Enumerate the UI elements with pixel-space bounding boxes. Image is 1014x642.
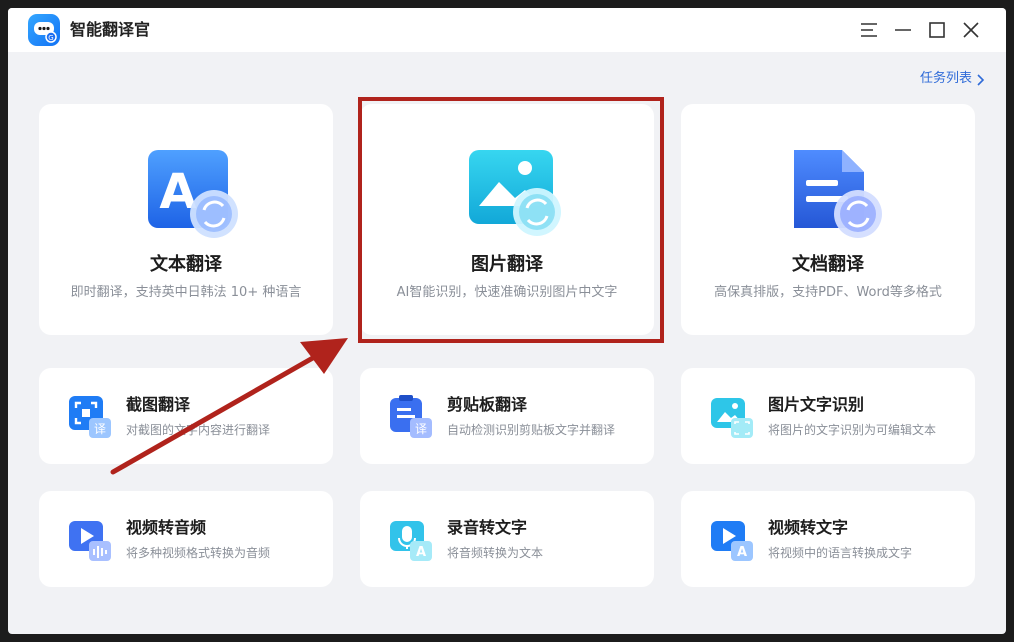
app-window: G 智能翻译官 任务列表 A 文本翻译 即时翻译，支持英中日韩法 10+ 种语言… bbox=[8, 8, 1006, 634]
video-to-audio-card[interactable]: 视频转音频 将多种视频格式转换为音频 bbox=[39, 491, 333, 587]
clipboard-translate-icon: 译 bbox=[388, 394, 434, 440]
card-desc: 即时翻译，支持英中日韩法 10+ 种语言 bbox=[70, 285, 302, 300]
badge-glyph: A bbox=[416, 545, 426, 560]
app-logo-icon: G bbox=[28, 14, 60, 46]
card-desc: 自动检测识别剪贴板文字并翻译 bbox=[447, 423, 616, 437]
minimize-icon[interactable] bbox=[891, 18, 915, 42]
card-desc: AI智能识别，快速准确识别图片中文字 bbox=[396, 285, 618, 300]
screenshot-translate-card[interactable]: 译 截图翻译 对截图的文字内容进行翻译 bbox=[39, 368, 333, 464]
menu-icon[interactable] bbox=[857, 18, 881, 42]
card-desc: 对截图的文字内容进行翻译 bbox=[126, 423, 271, 437]
document-translate-icon bbox=[780, 146, 884, 240]
close-icon[interactable] bbox=[959, 18, 983, 42]
image-ocr-card[interactable]: 图片文字识别 将图片的文字识别为可编辑文本 bbox=[681, 368, 975, 464]
video-to-text-card[interactable]: A 视频转文字 将视频中的语言转换成文字 bbox=[681, 491, 975, 587]
audio-to-text-icon: A bbox=[388, 517, 434, 563]
card-title: 剪贴板翻译 bbox=[447, 395, 528, 414]
card-title: 文本翻译 bbox=[150, 254, 222, 275]
card-title: 图片文字识别 bbox=[768, 395, 865, 414]
screenshot-translate-icon: 译 bbox=[67, 394, 113, 440]
text-translate-card[interactable]: A 文本翻译 即时翻译，支持英中日韩法 10+ 种语言 bbox=[39, 104, 333, 335]
card-desc: 将音频转换为文本 bbox=[447, 546, 544, 560]
text-translate-icon: A bbox=[138, 146, 242, 240]
card-desc: 将图片的文字识别为可编辑文本 bbox=[768, 423, 937, 437]
card-title: 截图翻译 bbox=[126, 395, 191, 414]
task-list-link[interactable]: 任务列表 bbox=[920, 70, 972, 88]
badge-glyph: 译 bbox=[415, 422, 427, 436]
svg-text:G: G bbox=[48, 34, 53, 42]
image-translate-icon bbox=[459, 146, 563, 240]
card-desc: 将视频中的语言转换成文字 bbox=[768, 546, 913, 560]
audio-to-text-card[interactable]: A 录音转文字 将音频转换为文本 bbox=[360, 491, 654, 587]
video-to-text-icon: A bbox=[709, 517, 755, 563]
card-title: 录音转文字 bbox=[447, 518, 528, 537]
app-title: 智能翻译官 bbox=[70, 20, 151, 39]
card-title: 视频转文字 bbox=[768, 518, 849, 537]
image-translate-card[interactable]: 图片翻译 AI智能识别，快速准确识别图片中文字 bbox=[360, 104, 654, 335]
clipboard-translate-card[interactable]: 译 剪贴板翻译 自动检测识别剪贴板文字并翻译 bbox=[360, 368, 654, 464]
card-title: 视频转音频 bbox=[126, 518, 207, 537]
maximize-icon[interactable] bbox=[925, 18, 949, 42]
image-ocr-icon bbox=[709, 394, 755, 440]
document-translate-card[interactable]: 文档翻译 高保真排版，支持PDF、Word等多格式 bbox=[681, 104, 975, 335]
title-bar: G 智能翻译官 bbox=[8, 8, 1006, 52]
card-title: 图片翻译 bbox=[471, 254, 543, 275]
badge-glyph: A bbox=[737, 545, 747, 560]
chevron-right-icon[interactable] bbox=[974, 72, 988, 86]
card-title: 文档翻译 bbox=[792, 254, 864, 275]
badge-glyph: 译 bbox=[94, 422, 106, 436]
video-to-audio-icon bbox=[67, 517, 113, 563]
card-desc: 将多种视频格式转换为音频 bbox=[126, 546, 271, 560]
card-desc: 高保真排版，支持PDF、Word等多格式 bbox=[714, 285, 942, 300]
